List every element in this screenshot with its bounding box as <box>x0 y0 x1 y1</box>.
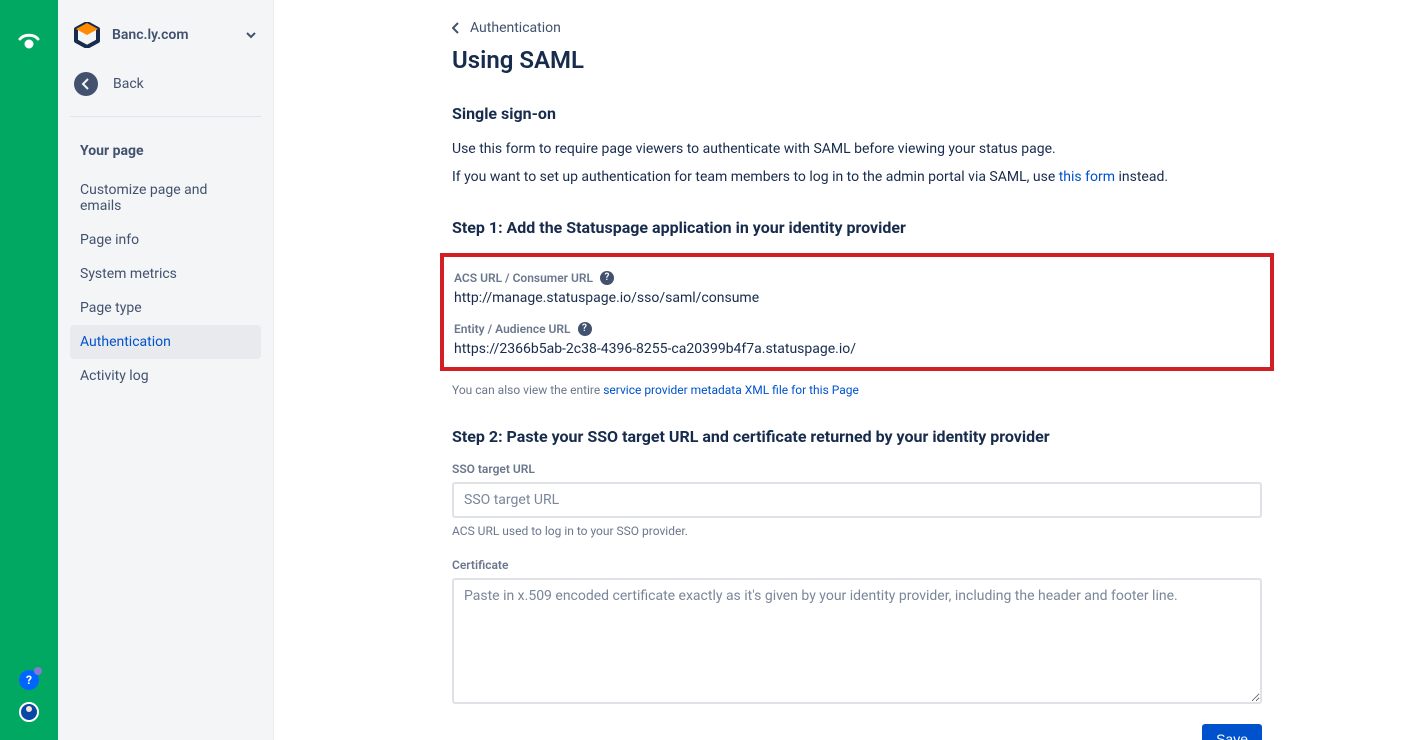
help-icon[interactable]: ? <box>19 670 39 690</box>
sso-heading: Single sign-on <box>452 104 1262 123</box>
back-label: Back <box>113 76 144 92</box>
certificate-textarea[interactable] <box>452 578 1262 704</box>
help-tooltip-icon[interactable]: ? <box>600 271 614 285</box>
highlight-box: ACS URL / Consumer URL ? http://manage.s… <box>440 253 1274 371</box>
page-title: Using SAML <box>452 46 1262 74</box>
wifi-icon[interactable] <box>16 28 42 54</box>
metadata-note: You can also view the entire service pro… <box>452 383 1262 397</box>
intro-text-2: If you want to set up authentication for… <box>452 167 1262 187</box>
intro-text-1: Use this form to require page viewers to… <box>452 139 1262 159</box>
chevron-down-icon <box>245 25 257 46</box>
avatar[interactable] <box>19 702 39 722</box>
main-content: Authentication Using SAML Single sign-on… <box>274 0 1404 740</box>
step1-title: Step 1: Add the Statuspage application i… <box>452 218 1262 237</box>
nav-section-heading: Your page <box>70 135 261 167</box>
step2-title: Step 2: Paste your SSO target URL and ce… <box>452 427 1262 446</box>
certificate-label: Certificate <box>452 558 1262 572</box>
chevron-left-icon <box>452 22 460 34</box>
sidebar-item-customize[interactable]: Customize page and emails <box>70 173 261 223</box>
acs-url-label: ACS URL / Consumer URL ? <box>454 271 1260 285</box>
breadcrumb-label: Authentication <box>470 20 561 36</box>
back-arrow-icon <box>74 72 98 96</box>
left-rail: ? <box>0 0 58 740</box>
sso-target-label: SSO target URL <box>452 462 1262 476</box>
sidebar-item-page-info[interactable]: Page info <box>70 223 261 257</box>
sidebar-item-authentication[interactable]: Authentication <box>70 325 261 359</box>
entity-url-value: https://2366b5ab-2c38-4396-8255-ca20399b… <box>454 341 1260 357</box>
entity-url-label: Entity / Audience URL ? <box>454 322 1260 336</box>
this-form-link[interactable]: this form <box>1059 169 1115 185</box>
back-button[interactable]: Back <box>70 72 261 117</box>
sidebar-item-page-type[interactable]: Page type <box>70 291 261 325</box>
sidebar-item-activity-log[interactable]: Activity log <box>70 359 261 393</box>
sso-target-help: ACS URL used to log in to your SSO provi… <box>452 524 1262 538</box>
sidebar: Banc.ly.com Back Your page Customize pag… <box>58 0 274 740</box>
sidebar-item-system-metrics[interactable]: System metrics <box>70 257 261 291</box>
breadcrumb[interactable]: Authentication <box>452 20 1262 36</box>
org-logo-icon <box>74 22 100 48</box>
acs-url-value: http://manage.statuspage.io/sso/saml/con… <box>454 290 1260 306</box>
metadata-link[interactable]: service provider metadata XML file for t… <box>603 383 859 397</box>
org-switcher[interactable]: Banc.ly.com <box>70 22 261 48</box>
save-button[interactable]: Save <box>1202 724 1262 740</box>
help-tooltip-icon[interactable]: ? <box>578 322 592 336</box>
sso-target-input[interactable] <box>452 482 1262 518</box>
org-name: Banc.ly.com <box>112 27 245 43</box>
